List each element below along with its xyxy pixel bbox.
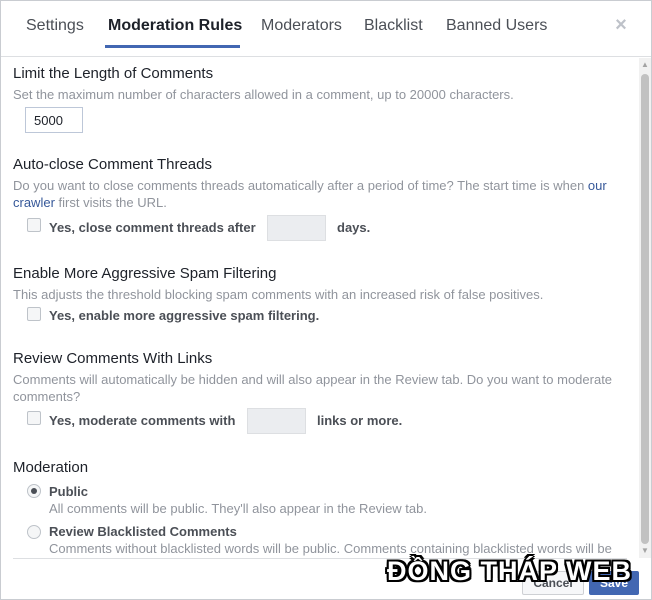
length-description: Set the maximum number of characters all…: [13, 87, 514, 102]
links-description: Comments will automatically be hidden an…: [13, 372, 613, 404]
tab-settings[interactable]: Settings: [26, 1, 84, 51]
moderation-title: Moderation: [13, 459, 89, 476]
links-count-input[interactable]: [247, 408, 306, 434]
tab-bar: Settings Moderation Rules Moderators Bla…: [1, 1, 651, 57]
autoclose-description: Do you want to close comments threads au…: [13, 178, 607, 210]
close-icon[interactable]: ×: [611, 15, 631, 35]
links-count-suffix: links or more.: [317, 413, 403, 428]
links-checkbox-label: Yes, moderate comments with: [49, 413, 236, 428]
public-description: All comments will be public. They'll als…: [49, 501, 427, 516]
links-checkbox[interactable]: [27, 411, 41, 425]
review-blacklisted-radio[interactable]: [27, 525, 41, 539]
scrollbar[interactable]: ▲ ▼: [639, 58, 651, 558]
tab-blacklist[interactable]: Blacklist: [364, 1, 423, 51]
scrollbar-thumb[interactable]: [641, 74, 649, 544]
active-tab-indicator: [105, 45, 240, 48]
settings-content: Limit the Length of Comments Set the max…: [1, 58, 639, 558]
autoclose-checkbox-label: Yes, close comment threads after: [49, 220, 256, 235]
moderation-dialog: Settings Moderation Rules Moderators Bla…: [0, 0, 652, 600]
public-label: Public: [49, 484, 89, 499]
max-length-input[interactable]: [25, 107, 83, 133]
tab-moderation-rules[interactable]: Moderation Rules: [108, 1, 242, 51]
spam-checkbox[interactable]: [27, 307, 41, 321]
review-blacklisted-label: Review Blacklisted Comments: [49, 524, 237, 539]
spam-checkbox-label: Yes, enable more aggressive spam filteri…: [49, 308, 320, 323]
tab-banned-users[interactable]: Banned Users: [446, 1, 547, 51]
spam-title: Enable More Aggressive Spam Filtering: [13, 265, 277, 282]
links-title: Review Comments With Links: [13, 350, 213, 367]
spam-description: This adjusts the threshold blocking spam…: [13, 287, 544, 302]
autoclose-days-suffix: days.: [337, 220, 371, 235]
autoclose-title: Auto-close Comment Threads: [13, 156, 212, 173]
public-radio[interactable]: [27, 484, 41, 498]
autoclose-checkbox[interactable]: [27, 218, 41, 232]
scroll-up-arrow-icon[interactable]: ▲: [641, 60, 649, 70]
tab-moderators[interactable]: Moderators: [261, 1, 342, 51]
autoclose-days-input[interactable]: [267, 215, 326, 241]
length-title: Limit the Length of Comments: [13, 65, 214, 82]
watermark-logo: ĐỒNG THÁP WEB: [387, 556, 633, 586]
